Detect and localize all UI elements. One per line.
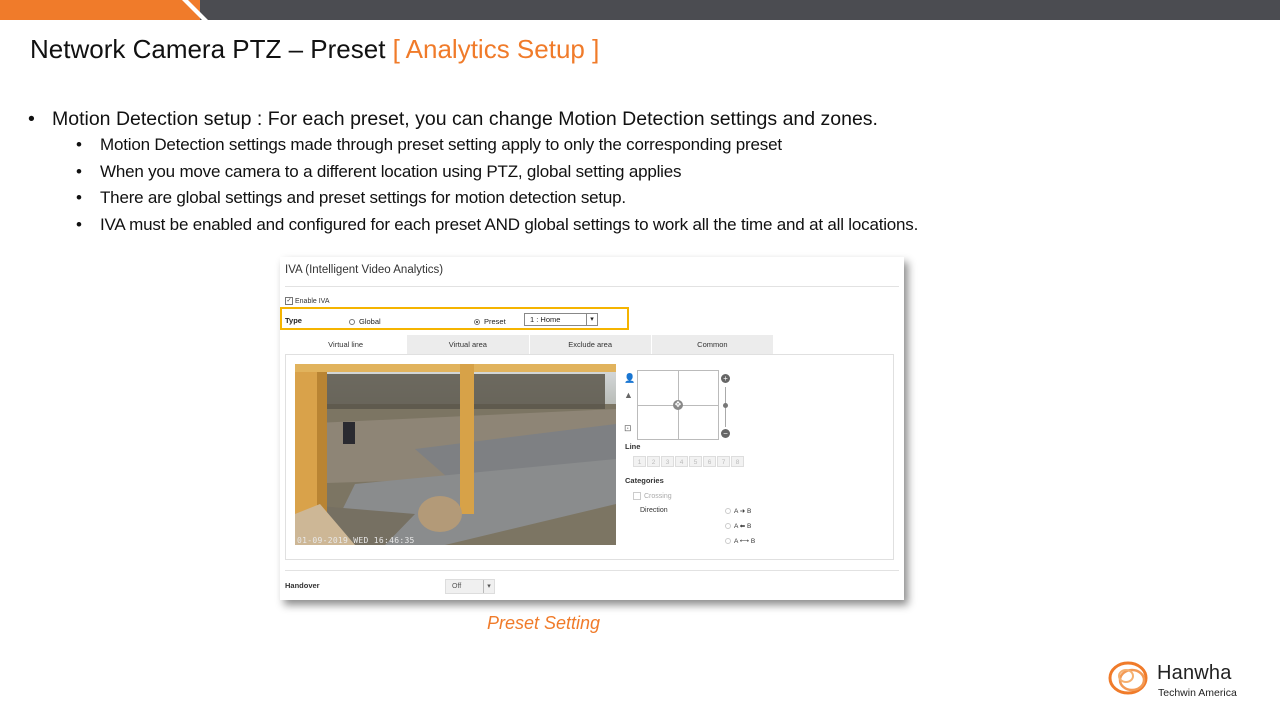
tab-common[interactable]: Common: [651, 335, 774, 354]
sub-bullet: When you move camera to a different loca…: [28, 159, 1248, 186]
global-label: Global: [359, 317, 381, 326]
global-radio[interactable]: Global: [349, 317, 381, 326]
crossing-label: Crossing: [644, 492, 672, 500]
chevron-down-icon: ▾: [586, 314, 597, 325]
zoom-out-icon[interactable]: −: [721, 429, 730, 438]
zoom-slider-handle[interactable]: [723, 403, 728, 408]
logo-subtitle: Techwin America: [1158, 687, 1237, 699]
direction-option-label: A ⬅ B: [734, 523, 752, 530]
enable-iva-checkbox[interactable]: ✓ Enable IVA: [285, 297, 330, 305]
line-button[interactable]: 7: [717, 456, 730, 467]
person-icon[interactable]: 👤: [624, 373, 635, 384]
line-label: Line: [625, 442, 641, 451]
sub-bullet: Motion Detection settings made through p…: [28, 132, 1248, 159]
zoom-in-icon[interactable]: +: [721, 374, 730, 383]
direction-option-label: A ⟷ B: [734, 538, 756, 545]
tab-exclude-area[interactable]: Exclude area: [529, 335, 652, 354]
crossing-checkbox[interactable]: Crossing: [633, 492, 672, 500]
focus-icon[interactable]: ⊡: [624, 423, 632, 434]
line-button[interactable]: 6: [703, 456, 716, 467]
video-timestamp: 01-09-2019 WED 16:46:35: [297, 536, 415, 545]
radio-icon: [349, 318, 355, 325]
direction-option-label: A ➜ B: [734, 508, 752, 515]
bullet-list: Motion Detection setup : For each preset…: [28, 106, 1248, 238]
direction-option[interactable]: A ⟷ B: [725, 537, 755, 545]
chevron-down-icon: ▾: [483, 580, 494, 593]
preset-select[interactable]: 1 : Home ▾: [524, 313, 598, 326]
check-icon: ✓: [285, 297, 293, 305]
line-button[interactable]: 5: [689, 456, 702, 467]
slide-title: Network Camera PTZ – Preset [ Analytics …: [30, 34, 599, 65]
direction-label: Direction: [640, 507, 668, 514]
preset-label: Preset: [484, 317, 506, 326]
sub-bullet: There are global settings and preset set…: [28, 185, 1248, 212]
radio-icon: [725, 523, 731, 529]
camera-video[interactable]: 01-09-2019 WED 16:46:35: [295, 364, 616, 545]
preset-select-value: 1 : Home: [530, 315, 561, 324]
line-button[interactable]: 4: [675, 456, 688, 467]
logo-name: Hanwha: [1157, 662, 1232, 684]
direction-option[interactable]: A ⬅ B: [725, 522, 751, 530]
radio-selected-icon: [474, 318, 480, 325]
top-bar-accent: [0, 0, 200, 20]
preset-radio[interactable]: Preset: [474, 317, 506, 326]
tab-virtual-line[interactable]: Virtual line: [285, 335, 408, 354]
iva-title: IVA (Intelligent Video Analytics): [285, 264, 444, 276]
type-label: Type: [285, 316, 302, 325]
divider: [285, 286, 899, 287]
line-button[interactable]: 3: [661, 456, 674, 467]
handover-select[interactable]: Off ▾: [445, 579, 495, 594]
sub-bullet: IVA must be enabled and configured for e…: [28, 212, 1248, 239]
handover-select-value: Off: [452, 583, 462, 590]
categories-label: Categories: [625, 476, 664, 485]
bullet-main: Motion Detection setup : For each preset…: [28, 106, 1248, 132]
iva-screenshot: IVA (Intelligent Video Analytics) ✓ Enab…: [280, 257, 904, 600]
divider: [285, 570, 899, 571]
slide-title-main: Network Camera PTZ – Preset: [30, 34, 393, 64]
ptz-control-pad[interactable]: ✥: [637, 370, 719, 440]
checkbox-icon: [633, 492, 641, 500]
screenshot-caption: Preset Setting: [487, 613, 601, 633]
enable-iva-label: Enable IVA: [295, 297, 330, 305]
camera-scene: [295, 364, 616, 545]
radio-icon: [725, 538, 731, 544]
line-button[interactable]: 8: [731, 456, 744, 467]
radio-icon: [725, 508, 731, 514]
mountain-icon[interactable]: ▲: [624, 390, 633, 400]
line-number-buttons: 1 2 3 4 5 6 7 8: [633, 456, 744, 467]
direction-option[interactable]: A ➜ B: [725, 507, 751, 515]
tab-virtual-area[interactable]: Virtual area: [407, 335, 530, 354]
tab-bar: Virtual line Virtual area Exclude area C…: [285, 335, 774, 354]
handover-label: Handover: [285, 581, 320, 590]
slide-title-accent: [ Analytics Setup ]: [392, 34, 600, 64]
move-icon[interactable]: ✥: [673, 400, 683, 410]
line-button[interactable]: 1: [633, 456, 646, 467]
line-button[interactable]: 2: [647, 456, 660, 467]
